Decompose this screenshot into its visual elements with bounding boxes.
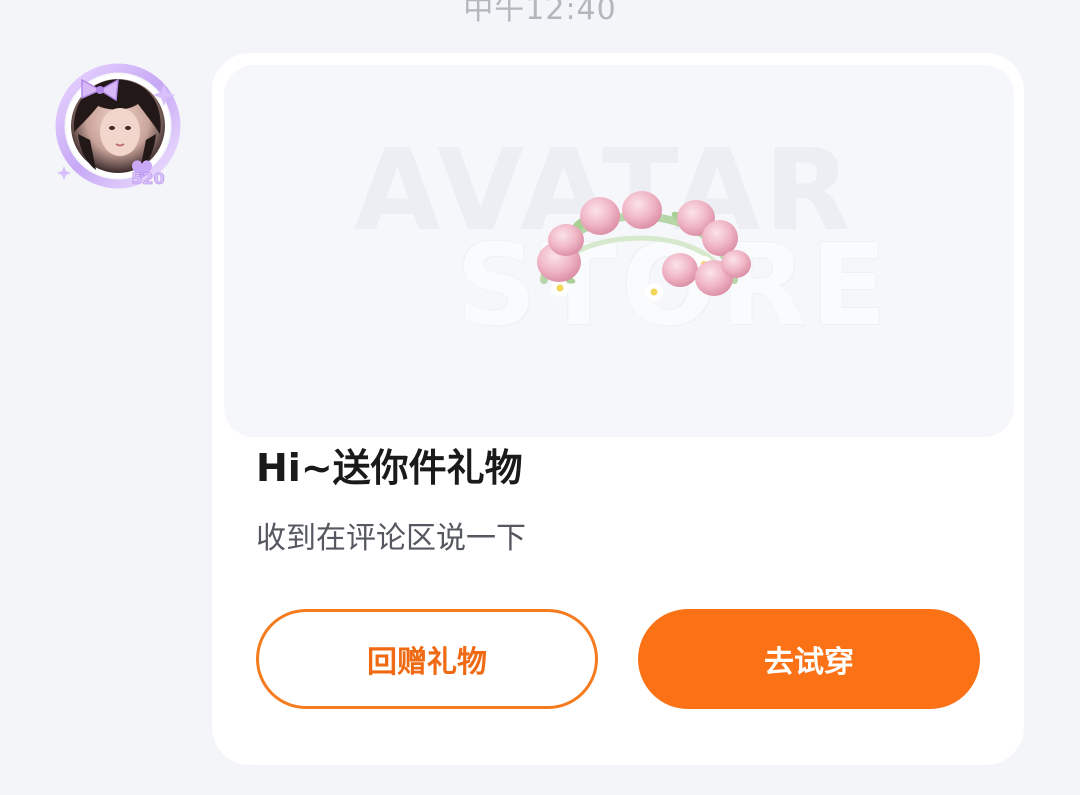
gift-banner: AVATAR STORE [224, 65, 1014, 437]
gift-title: Hi~送你件礼物 [256, 446, 523, 490]
gift-message-card[interactable]: AVATAR STORE Hi~送你件礼物 收到在评论区说一下 回赠礼物 去试穿 [212, 53, 1024, 765]
tulip-garland-icon [537, 191, 751, 301]
sender-avatar[interactable]: 520 [52, 62, 187, 190]
gift-subtitle: 收到在评论区说一下 [256, 521, 526, 556]
svg-text:520: 520 [131, 169, 164, 188]
return-gift-button[interactable]: 回赠礼物 [256, 609, 598, 709]
avatar-frame-icon: 520 [55, 63, 181, 189]
try-on-button[interactable]: 去试穿 [638, 609, 980, 709]
message-timestamp: 中午12:40 [463, 0, 617, 27]
